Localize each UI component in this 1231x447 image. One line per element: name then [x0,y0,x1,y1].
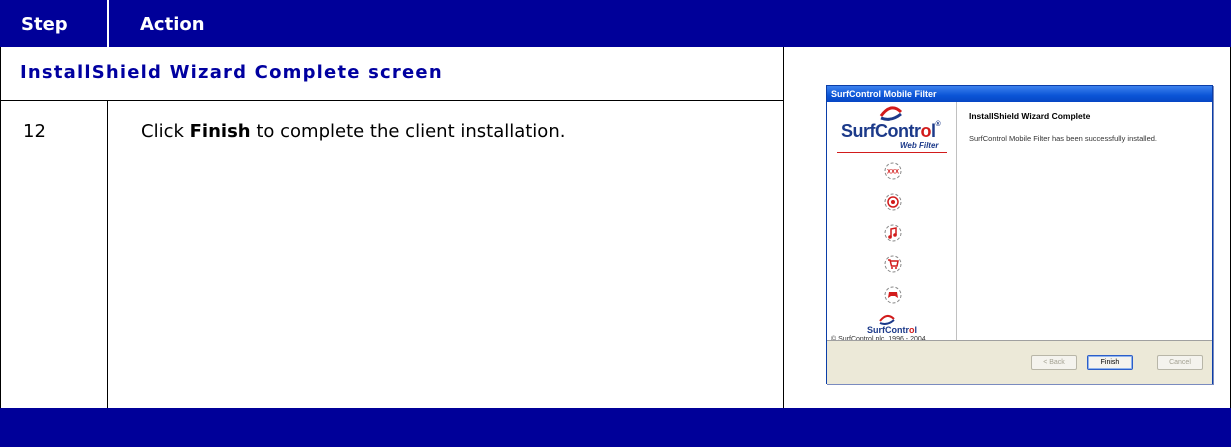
logo-divider [837,152,947,153]
header-divider [107,0,109,47]
step-column-divider [107,100,108,408]
wizard-button-bar: < Back Finish Cancel [827,340,1212,384]
shopping-cart-icon [884,255,902,273]
wizard-title-bar: SurfControl Mobile Filter [827,86,1212,102]
surfcontrol-logo: SurfControl® [841,121,941,141]
step-number: 12 [23,121,46,142]
document-page: Step Action InstallShield Wizard Complet… [0,0,1231,447]
music-note-icon [884,224,902,242]
finish-button[interactable]: Finish [1087,355,1133,370]
section-row-divider [0,100,784,101]
surfcontrol-small-logo: SurfControl [867,325,918,335]
surfcontrol-small-swirl-icon [879,315,895,325]
table-header: Step Action [0,0,1231,47]
xxx-icon: XXX [884,162,902,180]
step-text-before: Click [141,121,190,142]
step-instruction: Click Finish to complete the client inst… [141,121,565,142]
target-icon [884,193,902,211]
step-text-after: to complete the client installation. [250,121,566,142]
table-footer-bar [0,408,1231,447]
wizard-heading: InstallShield Wizard Complete [969,111,1091,121]
wizard-side-panel: SurfControl® Web Filter XXX SurfControl [827,102,957,343]
surfcontrol-swirl-icon [879,106,903,121]
step-text-bold: Finish [189,121,251,142]
step-column-header: Step [21,14,68,35]
wizard-content-panel: InstallShield Wizard Complete SurfContro… [957,102,1212,340]
wizard-message: SurfControl Mobile Filter has been succe… [969,134,1158,143]
section-title: InstallShield Wizard Complete screen [20,62,443,83]
cancel-button[interactable]: Cancel [1157,355,1203,370]
wizard-screenshot: SurfControl Mobile Filter SurfControl® W… [826,85,1213,384]
svg-text:XXX: XXX [887,170,899,176]
back-button[interactable]: < Back [1031,355,1077,370]
screenshot-column-divider [783,47,784,408]
action-column-header: Action [140,14,205,35]
game-icon [884,286,902,304]
web-filter-label: Web Filter [900,141,939,150]
table-left-border [0,47,1,408]
